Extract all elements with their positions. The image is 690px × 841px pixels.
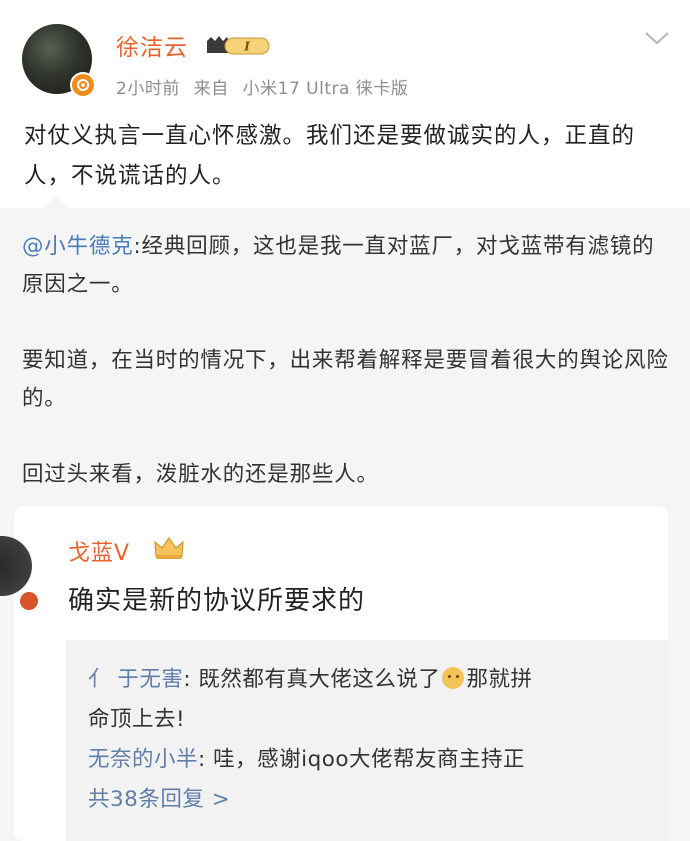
post-time: 2小时前: [116, 79, 180, 99]
source-device[interactable]: 小米17 Ultra 徕卡版: [243, 79, 409, 99]
reply-item: 亻 于无害: 既然都有真大佬这么说了 那就拼: [88, 660, 688, 700]
mention-link[interactable]: @小牛德克: [22, 234, 134, 259]
quoted-post-text: @小牛德克:经典回顾，这也是我一直对蓝厂，对戈蓝带有滤镜的原因之一。 要知道，在…: [22, 228, 672, 494]
quote-paragraph-3: 回过头来看，泼脏水的还是那些人。: [22, 462, 379, 487]
reply-item: 无奈的小半: 哇，感谢iqoo大佬帮友商主持正: [88, 740, 688, 780]
quote-paragraph-2: 要知道，在当时的情况下，出来帮着解释是要冒着很大的舆论风险的。: [22, 348, 669, 411]
chevron-down-icon[interactable]: [644, 30, 670, 46]
crown-icon: [154, 536, 184, 559]
reply-text-cont: 那就拼: [466, 667, 533, 692]
more-replies-link: 共38条回复 >: [88, 787, 231, 812]
reply-text: : 哇，感谢iqoo大佬帮友商主持正: [198, 747, 526, 772]
reply-author: 亻 于无害: [88, 667, 184, 692]
vip-level-badge-icon: I: [207, 36, 270, 55]
source-prefix: 来自: [193, 79, 229, 99]
replies-list: 亻 于无害: 既然都有真大佬这么说了 那就拼 命顶上去! 无奈的小半: 哇，感谢i…: [88, 660, 688, 820]
post-body: 对仗义执言一直心怀感激。我们还是要做诚实的人，正直的人，不说谎话的人。: [24, 123, 636, 189]
reply-author: 无奈的小半: [88, 747, 199, 772]
author-name[interactable]: 徐洁云: [116, 28, 188, 62]
doge-emoji-icon: [442, 667, 465, 689]
quote-pointer: [42, 195, 70, 209]
post-meta: 2小时前 来自 小米17 Ultra 徕卡版: [116, 74, 416, 99]
svg-text:I: I: [243, 40, 250, 54]
inner-author-name: 戈蓝V: [68, 541, 131, 566]
inner-verified-icon: [18, 590, 40, 612]
inner-post-text: 确实是新的协议所要求的: [68, 586, 366, 616]
reply-text: : 既然都有真大佬这么说了: [183, 667, 441, 692]
reply-item-cont: 命顶上去!: [88, 707, 186, 732]
verified-badge-icon: [70, 72, 96, 98]
